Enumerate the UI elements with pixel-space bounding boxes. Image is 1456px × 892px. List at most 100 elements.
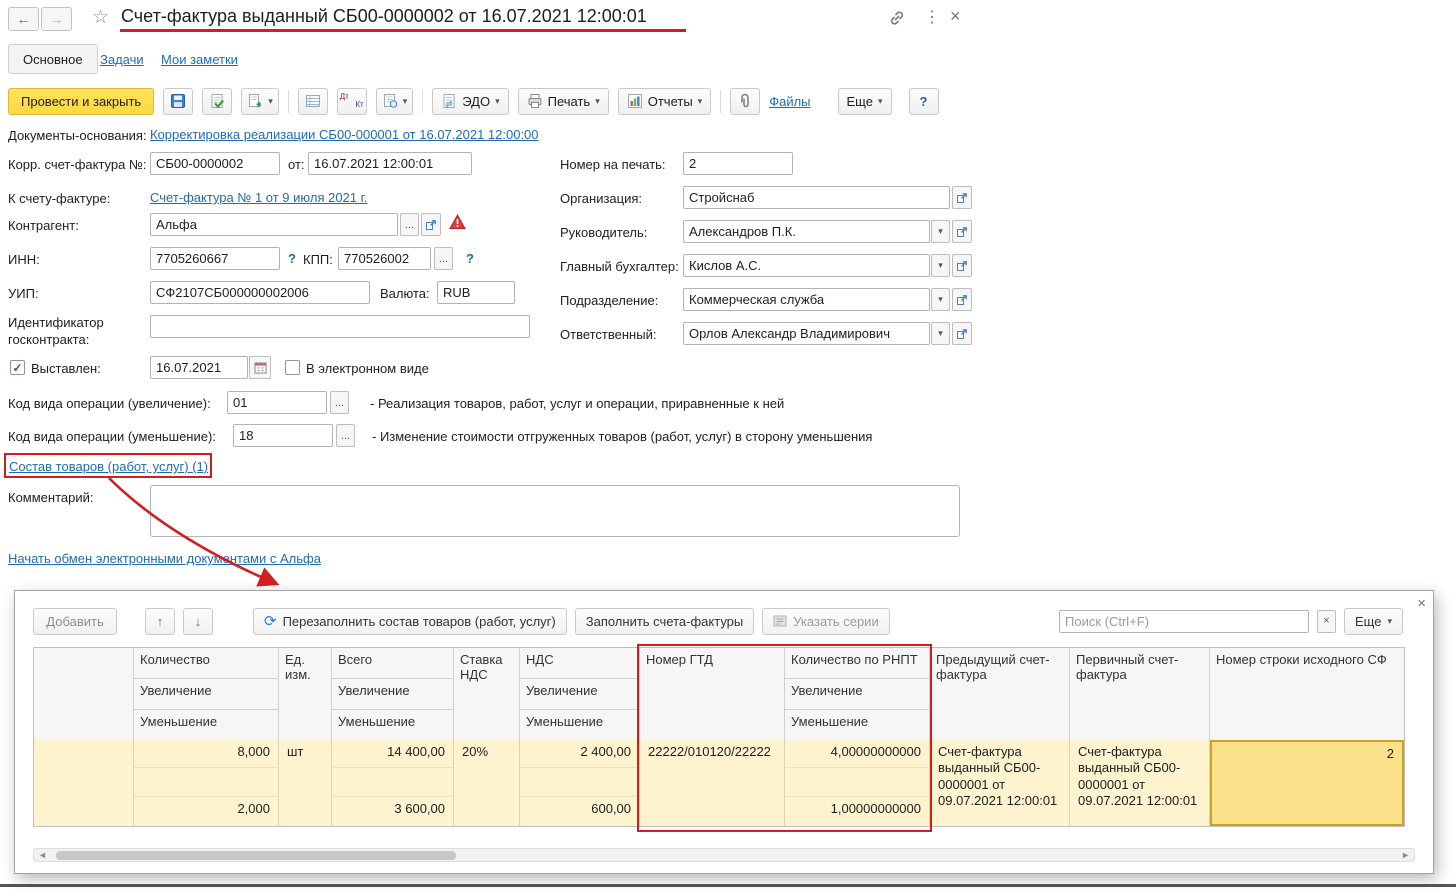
- document-journal-button[interactable]: ▾: [376, 88, 414, 115]
- tab-tasks[interactable]: Задачи: [100, 52, 144, 67]
- add-row-button[interactable]: Добавить: [33, 608, 117, 635]
- register-records-button[interactable]: [298, 88, 328, 115]
- calendar-button[interactable]: [249, 356, 271, 379]
- attachments-button[interactable]: [730, 88, 760, 115]
- quantity-decrease-cell[interactable]: 2,000: [134, 797, 279, 826]
- total-middle-cell[interactable]: [332, 768, 454, 797]
- move-up-button[interactable]: ↑: [145, 608, 175, 635]
- popup-close-icon[interactable]: ×: [1417, 595, 1426, 612]
- op-decrease-select-button[interactable]: ...: [336, 424, 355, 447]
- issued-date-field[interactable]: [150, 356, 248, 379]
- favorite-star-icon[interactable]: ☆: [92, 6, 109, 29]
- primary-invoice-cell[interactable]: Счет-фактура выданный СБ00-0000001 от 09…: [1070, 740, 1210, 826]
- kpp-help-icon[interactable]: ?: [466, 251, 474, 266]
- responsible-field[interactable]: [683, 322, 930, 345]
- chief-accountant-field[interactable]: [683, 254, 930, 277]
- op-increase-select-button[interactable]: ...: [330, 391, 349, 414]
- quantity-middle-cell[interactable]: [134, 768, 279, 797]
- counterparty-field[interactable]: [150, 213, 398, 236]
- chief-accountant-dropdown-button[interactable]: ▾: [931, 254, 950, 277]
- vat-decrease-cell[interactable]: 600,00: [520, 797, 640, 826]
- search-input[interactable]: [1059, 610, 1309, 633]
- col-header-source-line-number: Номер строки исходного СФ: [1210, 648, 1404, 741]
- currency-field[interactable]: [437, 281, 515, 304]
- horizontal-scrollbar[interactable]: ◄ ►: [33, 848, 1415, 862]
- rnpt-decrease-cell[interactable]: 1,00000000000: [785, 797, 930, 826]
- department-dropdown-button[interactable]: ▾: [931, 288, 950, 311]
- start-edo-exchange-link[interactable]: Начать обмен электронными документами с …: [8, 551, 321, 566]
- op-decrease-code-field[interactable]: [233, 424, 333, 447]
- source-line-number-cell[interactable]: 2: [1210, 740, 1404, 826]
- counterparty-open-button[interactable]: [421, 213, 441, 236]
- electronic-checkbox[interactable]: [285, 360, 300, 375]
- kpp-select-button[interactable]: ...: [434, 247, 453, 270]
- director-field[interactable]: [683, 220, 930, 243]
- dt-kt-button[interactable]: Дт Кт: [337, 88, 367, 115]
- scroll-right-icon[interactable]: ►: [1401, 850, 1410, 860]
- total-increase-cell[interactable]: 14 400,00: [332, 740, 454, 768]
- close-window-icon[interactable]: ×: [950, 6, 961, 27]
- corr-date-field[interactable]: [308, 152, 472, 175]
- issued-checkbox[interactable]: ✓: [10, 360, 25, 375]
- edo-button[interactable]: ЭДО ▾: [432, 88, 508, 115]
- scroll-left-icon[interactable]: ◄: [38, 850, 47, 860]
- uip-field[interactable]: [150, 281, 370, 304]
- gov-contract-field[interactable]: [150, 315, 530, 338]
- goods-composition-link[interactable]: Состав товаров (работ, услуг) (1): [9, 459, 208, 474]
- kebab-menu-icon[interactable]: ⋮: [924, 7, 940, 27]
- back-button[interactable]: ←: [8, 7, 39, 31]
- vat-middle-cell[interactable]: [520, 768, 640, 797]
- responsible-open-button[interactable]: [952, 322, 972, 345]
- post-and-close-button[interactable]: Провести и закрыть: [8, 88, 154, 115]
- kpp-field[interactable]: [338, 247, 431, 270]
- total-decrease-cell[interactable]: 3 600,00: [332, 797, 454, 826]
- responsible-dropdown-button[interactable]: ▾: [931, 322, 950, 345]
- files-link[interactable]: Файлы: [769, 94, 810, 109]
- unit-cell[interactable]: шт: [279, 740, 332, 826]
- reports-button[interactable]: Отчеты ▾: [618, 88, 711, 115]
- director-open-button[interactable]: [952, 220, 972, 243]
- create-based-on-button[interactable]: ▾: [241, 88, 279, 115]
- counterparty-select-button[interactable]: ...: [400, 213, 419, 236]
- quantity-increase-cell[interactable]: 8,000: [134, 740, 279, 768]
- department-open-button[interactable]: [952, 288, 972, 311]
- rnpt-increase-cell[interactable]: 4,00000000000: [785, 740, 930, 768]
- save-button[interactable]: [163, 88, 193, 115]
- organization-open-button[interactable]: [952, 186, 972, 209]
- print-number-field[interactable]: [683, 152, 793, 175]
- row-selector-cell[interactable]: [34, 740, 134, 826]
- set-series-button[interactable]: Указать серии: [762, 608, 889, 635]
- link-icon[interactable]: [888, 9, 906, 30]
- forward-button[interactable]: →: [41, 7, 72, 31]
- previous-invoice-cell[interactable]: Счет-фактура выданный СБ00-0000001 от 09…: [930, 740, 1070, 826]
- more-button[interactable]: Еще ▾: [838, 88, 892, 115]
- tab-main[interactable]: Основное: [8, 44, 98, 74]
- department-field[interactable]: [683, 288, 930, 311]
- base-documents-link[interactable]: Корректировка реализации СБ00-000001 от …: [150, 127, 539, 142]
- tab-my-notes[interactable]: Мои заметки: [161, 52, 238, 67]
- search-clear-icon[interactable]: ×: [1317, 610, 1336, 633]
- post-document-button[interactable]: [202, 88, 232, 115]
- director-dropdown-button[interactable]: ▾: [931, 220, 950, 243]
- popup-more-button[interactable]: Еще ▾: [1344, 608, 1403, 635]
- op-increase-code-field[interactable]: [227, 391, 327, 414]
- refill-goods-button[interactable]: ⟳ Перезаполнить состав товаров (работ, у…: [253, 608, 567, 635]
- organization-field[interactable]: [683, 186, 950, 209]
- rnpt-middle-cell[interactable]: [785, 768, 930, 797]
- gtd-number-cell[interactable]: 22222/010120/22222: [640, 740, 785, 826]
- print-button[interactable]: Печать ▾: [518, 88, 609, 115]
- vat-rate-cell[interactable]: 20%: [454, 740, 520, 826]
- vat-increase-cell[interactable]: 2 400,00: [520, 740, 640, 768]
- help-button[interactable]: ?: [909, 88, 939, 115]
- corr-number-field[interactable]: [150, 152, 280, 175]
- inn-field[interactable]: [150, 247, 280, 270]
- fill-invoices-button[interactable]: Заполнить счета-фактуры: [575, 608, 755, 635]
- col-header-primary-invoice: Первичный счет-фактура: [1070, 648, 1210, 741]
- inn-help-icon[interactable]: ?: [288, 251, 296, 266]
- inn-label: ИНН:: [8, 252, 40, 267]
- move-down-button[interactable]: ↓: [183, 608, 213, 635]
- to-invoice-link[interactable]: Счет-фактура № 1 от 9 июля 2021 г.: [150, 190, 367, 205]
- scrollbar-thumb[interactable]: [56, 851, 456, 860]
- chief-accountant-open-button[interactable]: [952, 254, 972, 277]
- comment-field[interactable]: [150, 485, 960, 537]
